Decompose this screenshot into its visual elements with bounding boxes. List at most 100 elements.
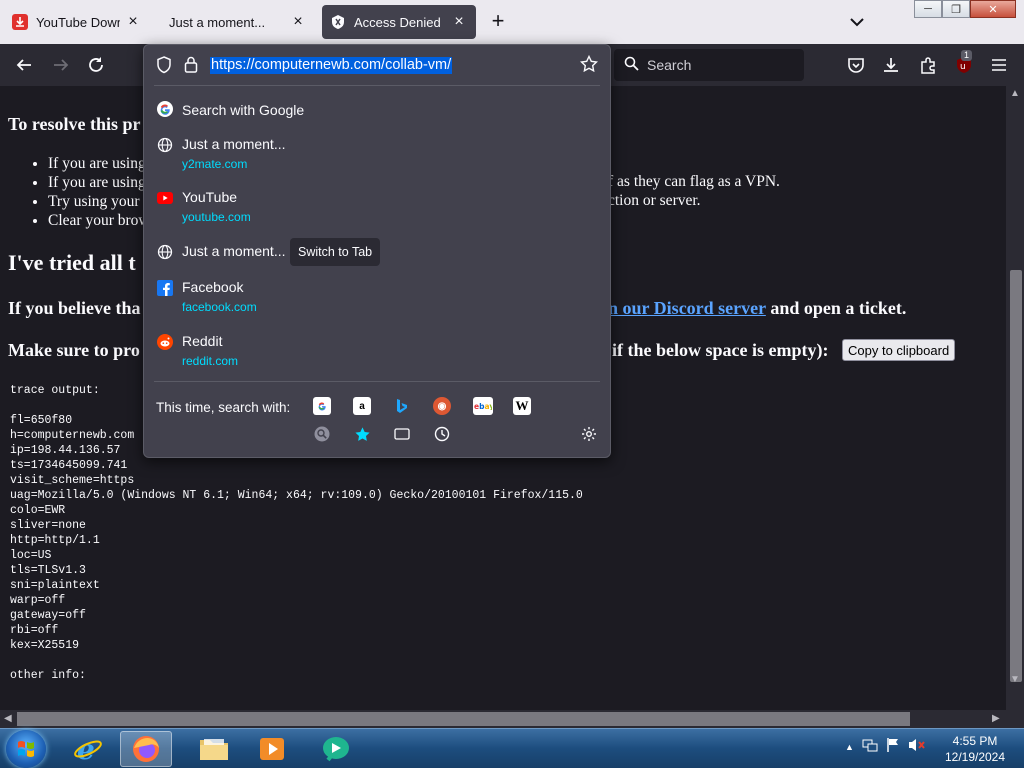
reload-icon[interactable]	[85, 54, 107, 76]
tab-label: YouTube Downloader	[36, 14, 120, 30]
search-input[interactable]: Search	[614, 49, 804, 81]
bookmarks-star-icon[interactable]	[353, 425, 371, 443]
hamburger-menu-icon[interactable]	[988, 54, 1010, 76]
lock-icon[interactable]	[184, 56, 198, 78]
close-tab-icon[interactable]: ×	[289, 13, 307, 31]
close-tab-icon[interactable]: ×	[450, 13, 468, 31]
copy-to-clipboard-button[interactable]: Copy to clipboard	[842, 339, 956, 361]
suggestion-url: facebook.com	[182, 300, 257, 314]
resolve-heading: To resolve this pr	[8, 114, 141, 134]
bullet-text-fragment: f as they can flag as a VPN.	[608, 173, 780, 190]
restore-icon[interactable]: ❐	[942, 0, 970, 18]
amazon-icon[interactable]: a	[353, 397, 371, 415]
internet-explorer-icon[interactable]: e	[62, 731, 114, 767]
bing-icon[interactable]	[393, 397, 411, 415]
suggestion-just-a-moment-y2mate[interactable]: Just a moment... y2mate.com	[144, 133, 610, 177]
tab-label: Access Denied	[354, 14, 441, 30]
make-sure-text: Make sure to pro	[8, 340, 140, 360]
vertical-scrollbar[interactable]: ▲ ▼	[1006, 86, 1024, 710]
tab-just-a-moment[interactable]: Just a moment... ×	[161, 5, 315, 39]
close-window-icon[interactable]: ✕	[970, 0, 1016, 18]
horizontal-scrollbar[interactable]: ◀ ▶	[0, 710, 1024, 728]
duckduckgo-icon[interactable]: ◉	[433, 397, 451, 415]
svg-text:u: u	[960, 62, 966, 72]
wikipedia-icon[interactable]: W	[513, 397, 531, 415]
vertical-scroll-thumb[interactable]	[1010, 270, 1022, 682]
extension-badge: 1	[961, 50, 973, 61]
action-center-flag-icon[interactable]	[886, 737, 900, 756]
suggestion-youtube[interactable]: YouTube youtube.com	[144, 186, 610, 230]
tab-list-chevron-down-icon[interactable]	[846, 12, 868, 32]
suggestion-url: y2mate.com	[182, 157, 248, 171]
bookmark-star-icon[interactable]	[579, 54, 599, 78]
discord-server-link[interactable]: n our Discord server	[608, 298, 766, 318]
tab-strip: YouTube Downloader × Just a moment... × …	[0, 0, 1024, 44]
suggestion-title: Facebook	[182, 279, 244, 295]
scroll-right-arrow-icon[interactable]: ▶	[992, 713, 1000, 724]
close-tab-icon[interactable]: ×	[124, 13, 142, 31]
google-icon[interactable]	[313, 397, 331, 415]
pocket-icon[interactable]	[845, 54, 867, 76]
search-icon[interactable]	[313, 425, 331, 443]
new-tab-plus-icon[interactable]: +	[486, 10, 510, 34]
file-explorer-folder-icon[interactable]	[188, 731, 240, 767]
collabvm-app-icon[interactable]	[310, 731, 362, 767]
tab-youtube-downloader[interactable]: YouTube Downloader ×	[4, 5, 150, 39]
access-denied-favicon-icon	[330, 14, 346, 30]
extensions-puzzle-icon[interactable]	[917, 54, 939, 76]
downloads-icon[interactable]	[880, 54, 902, 76]
globe-icon	[156, 243, 174, 261]
globe-icon	[156, 136, 174, 154]
switch-to-tab-label[interactable]: Switch to Tab	[290, 238, 381, 266]
make-sure-text-right: if the below space is empty):	[612, 340, 829, 360]
scroll-left-arrow-icon[interactable]: ◀	[4, 713, 12, 724]
forward-arrow-icon[interactable]	[50, 54, 72, 76]
suggestion-url: youtube.com	[182, 210, 251, 224]
firefox-taskbar-icon[interactable]	[120, 731, 172, 767]
ebay-icon[interactable]: ebay	[473, 397, 493, 415]
clock-time: 4:55 PM	[952, 734, 998, 748]
back-arrow-icon[interactable]	[13, 54, 35, 76]
facebook-icon	[156, 279, 174, 297]
suggestion-title: Just a moment...	[182, 136, 286, 152]
url-input[interactable]: https://computernewb.com/collab-vm/	[144, 45, 610, 85]
suggestion-url: reddit.com	[182, 354, 239, 368]
search-settings-gear-icon[interactable]	[580, 425, 598, 443]
svg-text:ebay: ebay	[474, 402, 492, 410]
minimize-icon[interactable]: ─	[914, 0, 942, 18]
tab-access-denied[interactable]: Access Denied ×	[322, 5, 476, 39]
list-item: If you are using	[48, 173, 150, 192]
list-item: Clear your brow	[48, 211, 150, 230]
suggestion-facebook[interactable]: Facebook facebook.com	[144, 276, 610, 320]
tracking-protection-shield-icon[interactable]	[156, 56, 172, 79]
url-text[interactable]: https://computernewb.com/collab-vm/	[210, 57, 453, 74]
list-item: Try using your	[48, 192, 150, 211]
google-icon	[156, 100, 174, 118]
download-favicon-icon	[12, 14, 28, 30]
scroll-up-arrow-icon[interactable]: ▲	[1010, 88, 1020, 99]
reddit-icon	[156, 333, 174, 351]
media-player-icon[interactable]	[246, 731, 298, 767]
volume-muted-icon[interactable]	[908, 737, 926, 756]
suggestion-reddit[interactable]: Reddit reddit.com	[144, 330, 610, 374]
believe-text-right: n our Discord server and open a ticket.	[608, 298, 906, 319]
show-hidden-icons-arrow-icon[interactable]: ▲	[845, 742, 854, 752]
believe-suffix: and open a ticket.	[765, 298, 907, 318]
history-clock-icon[interactable]	[433, 425, 451, 443]
suggestion-search-google[interactable]: Search with Google	[144, 97, 610, 125]
one-off-search-label: This time, search with:	[156, 400, 291, 415]
window-controls: ─ ❐ ✕	[914, 0, 1016, 18]
tab-label: Just a moment...	[169, 14, 266, 30]
horizontal-scroll-thumb[interactable]	[17, 712, 910, 726]
start-button-windows-icon[interactable]	[6, 730, 46, 768]
bullet-text-fragment: ction or server.	[608, 192, 701, 209]
network-icon[interactable]	[862, 737, 878, 756]
tabs-icon[interactable]	[393, 425, 411, 443]
taskbar-clock[interactable]: 4:55 PM 12/19/2024	[940, 733, 1010, 765]
system-tray: ▲	[845, 737, 926, 756]
suggestion-title: Reddit	[182, 333, 223, 349]
suggestion-title: YouTube	[182, 189, 238, 205]
youtube-icon	[156, 189, 174, 207]
windows-taskbar: e ▲ 4:55 PM 12/19/2024	[0, 728, 1024, 768]
scroll-down-arrow-icon[interactable]: ▼	[1010, 674, 1020, 685]
